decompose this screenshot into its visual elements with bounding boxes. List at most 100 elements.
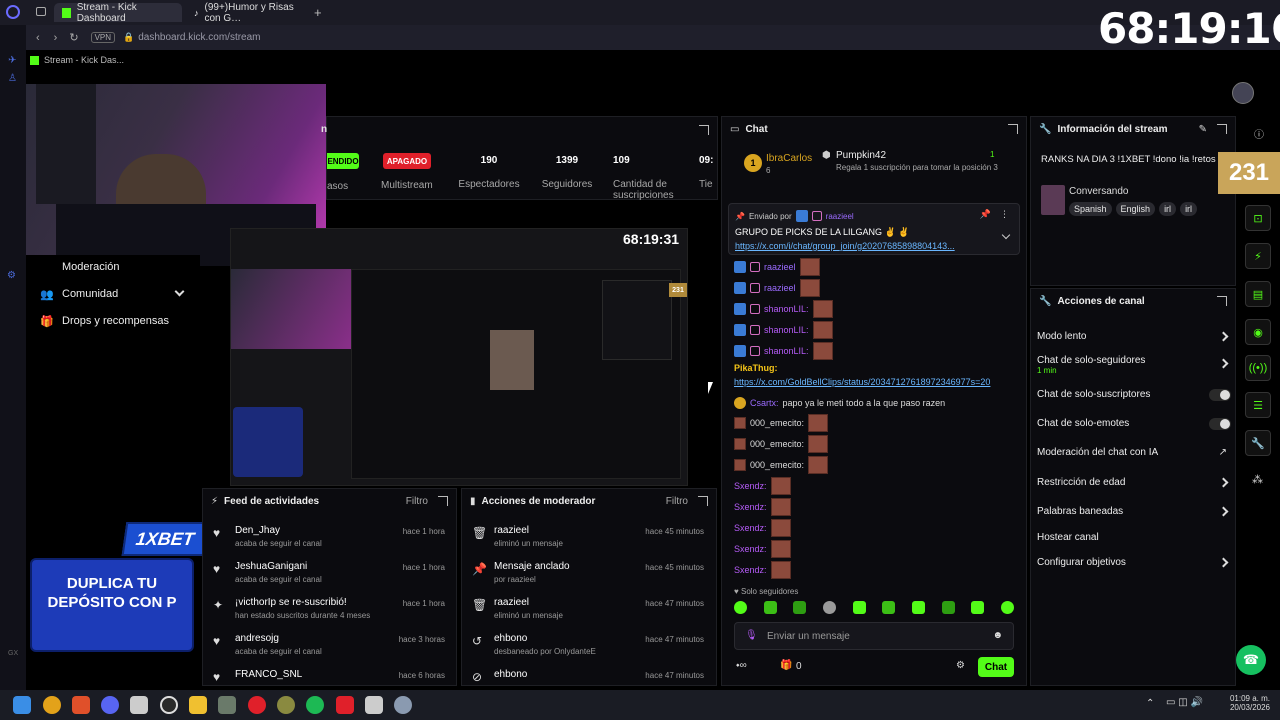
pinned-message[interactable]: 📌 Enviado por raazieel 📌 ⋮ GRUPO DE PICK… — [728, 203, 1020, 255]
settings-icon[interactable]: ⚙ — [7, 270, 16, 281]
setting-subs-only[interactable]: Chat de solo-suscriptores — [1037, 389, 1231, 401]
obs-icon[interactable] — [277, 696, 295, 714]
chat-username[interactable]: shanonLIL: — [764, 304, 809, 314]
setting-banned-words[interactable]: Palabras baneadas — [1037, 506, 1229, 517]
brave-icon[interactable] — [72, 696, 90, 714]
pinned-by-user[interactable]: raazieel — [826, 212, 854, 221]
category-label[interactable]: Conversando — [1069, 186, 1128, 197]
tag[interactable]: Spanish — [1069, 202, 1112, 216]
chat-username[interactable]: PikaThug: — [734, 363, 778, 373]
spotify-icon[interactable] — [306, 696, 324, 714]
chat-username[interactable]: shanonLIL: — [764, 346, 809, 356]
chat-username[interactable]: 000_emecito: — [750, 418, 804, 428]
opera-gx-icon[interactable] — [248, 696, 266, 714]
emoji-icon[interactable]: ☻ — [992, 630, 1003, 641]
tray-icons[interactable]: ▭ ◫ 🔊 — [1166, 697, 1203, 708]
setting-ai-moderation[interactable]: Moderación del chat con IA ↗ — [1037, 447, 1227, 458]
chevron-right-icon[interactable] — [1218, 506, 1229, 517]
setting-host-channel[interactable]: Hostear canal — [1037, 532, 1227, 543]
document-icon[interactable]: ▤ — [1245, 281, 1271, 307]
folder-icon[interactable] — [189, 696, 207, 714]
nav-item-comunidad[interactable]: Comunidad — [62, 288, 118, 300]
emote-icon[interactable] — [852, 601, 866, 614]
tag[interactable]: irl — [1159, 202, 1177, 216]
expand-icon[interactable] — [1008, 124, 1018, 134]
setting-emotes-only[interactable]: Chat de solo-emotes — [1037, 418, 1231, 430]
chat-username[interactable]: raazieel — [764, 262, 796, 272]
stream-preview[interactable]: 68:19:31 231 — [230, 228, 688, 486]
chat-username[interactable]: Sxendz: — [734, 481, 767, 491]
info-icon[interactable]: ⓘ — [1254, 126, 1264, 141]
community-icon[interactable]: ⁂ — [1252, 473, 1263, 486]
back-icon[interactable]: ‹ — [36, 32, 40, 44]
wrench-icon[interactable]: 🔧 — [1245, 430, 1271, 456]
gifter-name[interactable]: Pumpkin42 — [836, 150, 886, 161]
chat-username[interactable]: 000_emecito: — [750, 439, 804, 449]
gx-icon[interactable]: GX — [8, 650, 18, 657]
expand-icon[interactable] — [1217, 124, 1227, 134]
tag[interactable]: irl — [1180, 202, 1198, 216]
broadcast-icon[interactable]: ((•)) — [1245, 355, 1271, 381]
messenger-icon[interactable]: ✈ — [8, 55, 16, 66]
multistream-badge[interactable]: APAGADO — [383, 153, 431, 169]
chevron-right-icon[interactable] — [1218, 557, 1229, 568]
chat-username[interactable]: Sxendz: — [734, 523, 767, 533]
chat-input[interactable]: 🎙 Enviar un mensaje ☻ — [734, 622, 1014, 650]
url-field[interactable]: dashboard.kick.com/stream — [138, 32, 260, 43]
more-icon[interactable]: ⋮ — [1000, 209, 1009, 220]
setting-followers-only[interactable]: Chat de solo-seguidores 1 min — [1037, 355, 1229, 375]
tab-kick-dashboard[interactable]: Stream - Kick Dashboard — [54, 2, 182, 24]
chat-username[interactable]: Sxendz: — [734, 565, 767, 575]
external-link-icon[interactable]: ↗ — [1219, 447, 1227, 458]
chevron-down-icon[interactable] — [174, 286, 185, 297]
app-icon[interactable] — [43, 696, 61, 714]
status-badge[interactable]: ENDIDO — [327, 153, 359, 169]
store-icon[interactable] — [130, 696, 148, 714]
unpin-icon[interactable]: 📌 — [980, 209, 991, 220]
chat-username[interactable]: raazieel — [764, 283, 796, 293]
expand-icon[interactable] — [1217, 296, 1227, 306]
emote-icon[interactable] — [911, 601, 925, 614]
setting-slow-mode[interactable]: Modo lento — [1037, 331, 1229, 342]
nav-item-moderacion[interactable]: Moderación — [62, 261, 119, 273]
workspace-icon[interactable]: ♙ — [8, 73, 17, 84]
support-icon[interactable]: ☎ — [1236, 645, 1266, 675]
subs-only-toggle[interactable] — [1209, 389, 1231, 401]
notepad-icon[interactable] — [365, 696, 383, 714]
filter-button[interactable]: Filtro — [406, 496, 428, 507]
app-icon[interactable] — [336, 696, 354, 714]
tab-list-icon[interactable] — [36, 7, 46, 16]
pinned-link[interactable]: https://x.com/i/chat/group_join/g2020768… — [735, 241, 999, 251]
emotes-only-toggle[interactable] — [1209, 418, 1231, 430]
camera-icon[interactable]: ⊡ — [1245, 205, 1271, 231]
expand-icon[interactable] — [698, 496, 708, 506]
expand-icon[interactable] — [699, 125, 709, 138]
expand-icon[interactable] — [438, 496, 448, 506]
chevron-right-icon[interactable] — [1218, 477, 1229, 488]
settings-icon[interactable] — [394, 696, 412, 714]
gamepad-icon[interactable] — [218, 696, 236, 714]
list-icon[interactable]: ☰ — [1245, 392, 1271, 418]
clock[interactable]: 01:09 a. m. 20/03/2026 — [1226, 694, 1270, 712]
chat-username[interactable]: Sxendz: — [734, 544, 767, 554]
tab-humor-risas[interactable]: ♪ (99+)Humor y Risas con G… — [186, 2, 310, 24]
emote-icon[interactable] — [822, 601, 836, 614]
chat-link[interactable]: https://x.com/GoldBellClips/status/20347… — [734, 377, 990, 387]
emote-icon[interactable] — [941, 601, 955, 614]
gift-icon[interactable]: 🎁 — [780, 660, 792, 671]
chat-bubble-icon[interactable]: ◉ — [1245, 319, 1271, 345]
chevron-down-icon[interactable] — [1001, 230, 1011, 240]
emote-icon[interactable] — [763, 601, 777, 614]
setting-age-restriction[interactable]: Restricción de edad — [1037, 477, 1229, 488]
steam-icon[interactable] — [160, 696, 178, 714]
emote-icon[interactable] — [971, 601, 985, 614]
vpn-badge[interactable]: VPN — [90, 32, 116, 43]
gear-icon[interactable]: ⚙ — [956, 660, 965, 671]
microphone-icon[interactable]: 🎙 — [745, 630, 758, 641]
chat-username[interactable]: 000_emecito: — [750, 460, 804, 470]
opera-logo-icon[interactable] — [6, 5, 20, 19]
filter-button[interactable]: Filtro — [666, 496, 688, 507]
edit-icon[interactable]: ✎ — [1199, 124, 1207, 135]
nav-item-drops[interactable]: Drops y recompensas — [62, 315, 169, 327]
bookmark-item[interactable]: Stream - Kick Das... — [30, 51, 124, 69]
